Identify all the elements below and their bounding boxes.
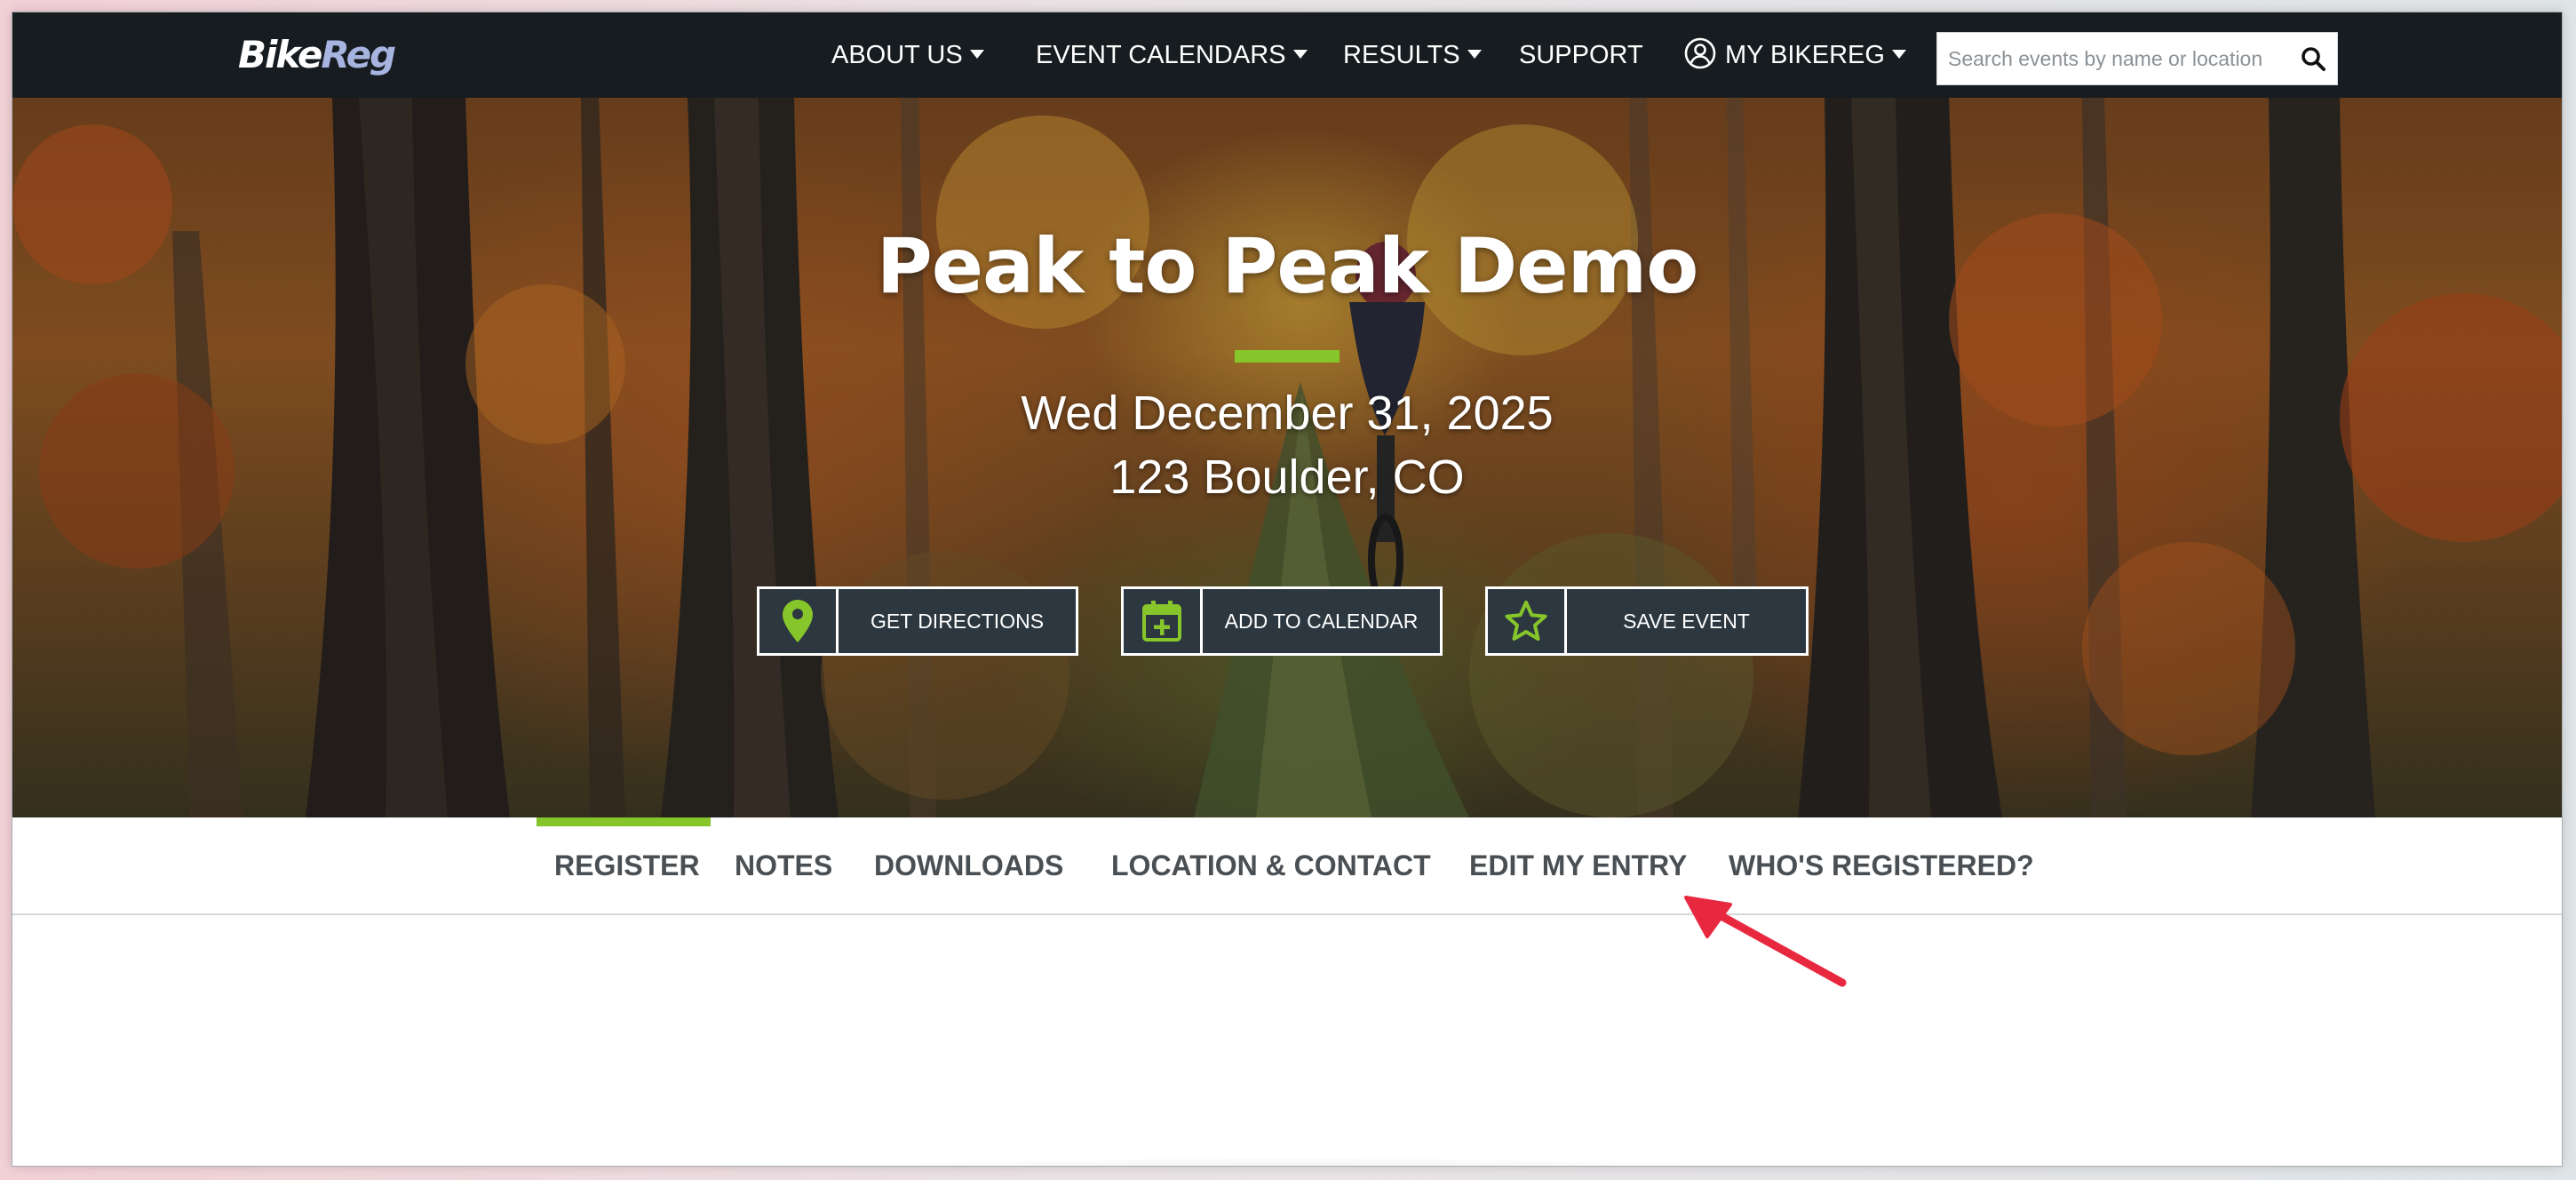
user-circle-icon (1684, 38, 1716, 69)
nav-my-bikereg-label: MY BIKEREG (1725, 41, 1885, 69)
title-accent-bar (1235, 350, 1340, 363)
get-directions-button[interactable]: GET DIRECTIONS (757, 586, 1078, 656)
chevron-down-icon (1292, 50, 1308, 60)
tab-whos-registered[interactable]: WHO'S REGISTERED? (1729, 844, 2034, 887)
save-event-label: SAVE EVENT (1623, 610, 1750, 633)
tab-content-area (12, 915, 2562, 1166)
top-navbar: BikeReg ABOUT US EVENT CALENDARS RESULTS… (12, 12, 2562, 98)
logo-text-bike: Bike (238, 33, 322, 76)
content-shadow (599, 1141, 1984, 1166)
event-title: Peak to Peak Demo (876, 222, 1699, 311)
map-pin-icon (783, 600, 813, 642)
add-to-calendar-button[interactable]: ADD TO CALENDAR (1121, 586, 1443, 656)
bikereg-logo[interactable]: BikeReg (238, 30, 396, 80)
chevron-down-icon (1891, 50, 1906, 60)
active-tab-indicator (537, 817, 711, 826)
save-event-button[interactable]: SAVE EVENT (1485, 586, 1809, 656)
tab-edit-my-entry[interactable]: EDIT MY ENTRY (1469, 844, 1687, 887)
chevron-down-icon (969, 50, 984, 60)
star-icon (1505, 601, 1547, 641)
nav-support-label: SUPPORT (1519, 41, 1643, 69)
red-arrow-icon (1684, 896, 1847, 987)
tab-location-contact[interactable]: LOCATION & CONTACT (1111, 844, 1431, 887)
event-hero: Peak to Peak Demo Wed December 31, 2025 … (12, 98, 2562, 817)
nav-about-us-label: ABOUT US (831, 41, 963, 69)
search-icon[interactable] (2300, 45, 2326, 72)
tab-register[interactable]: REGISTER (554, 844, 700, 887)
nav-event-calendars-label: EVENT CALENDARS (1036, 41, 1286, 69)
logo-text-reg: Reg (321, 33, 396, 76)
add-to-calendar-label: ADD TO CALENDAR (1224, 610, 1419, 633)
nav-results-label: RESULTS (1343, 41, 1460, 69)
nav-about-us[interactable]: ABOUT US (831, 37, 984, 73)
browser-window: BikeReg ABOUT US EVENT CALENDARS RESULTS… (12, 12, 2562, 1166)
nav-event-calendars[interactable]: EVENT CALENDARS (1036, 37, 1308, 73)
event-location: 123 Boulder, CO (1109, 450, 1465, 504)
directions-icon-box (759, 589, 839, 653)
tab-downloads[interactable]: DOWNLOADS (874, 844, 1063, 887)
nav-support[interactable]: SUPPORT (1519, 37, 1643, 73)
event-tabs: REGISTER NOTES DOWNLOADS LOCATION & CONT… (12, 817, 2562, 915)
search-box (1936, 32, 2338, 85)
nav-my-bikereg[interactable]: MY BIKEREG (1684, 37, 1906, 73)
tab-notes[interactable]: NOTES (735, 844, 832, 887)
event-date: Wed December 31, 2025 (1021, 387, 1554, 440)
calendar-plus-icon (1142, 601, 1181, 642)
calendar-icon-box (1124, 589, 1203, 653)
save-icon-box (1488, 589, 1567, 653)
search-input[interactable] (1937, 33, 2275, 84)
get-directions-label: GET DIRECTIONS (870, 610, 1045, 633)
chevron-down-icon (1467, 50, 1482, 60)
nav-results[interactable]: RESULTS (1343, 37, 1482, 73)
